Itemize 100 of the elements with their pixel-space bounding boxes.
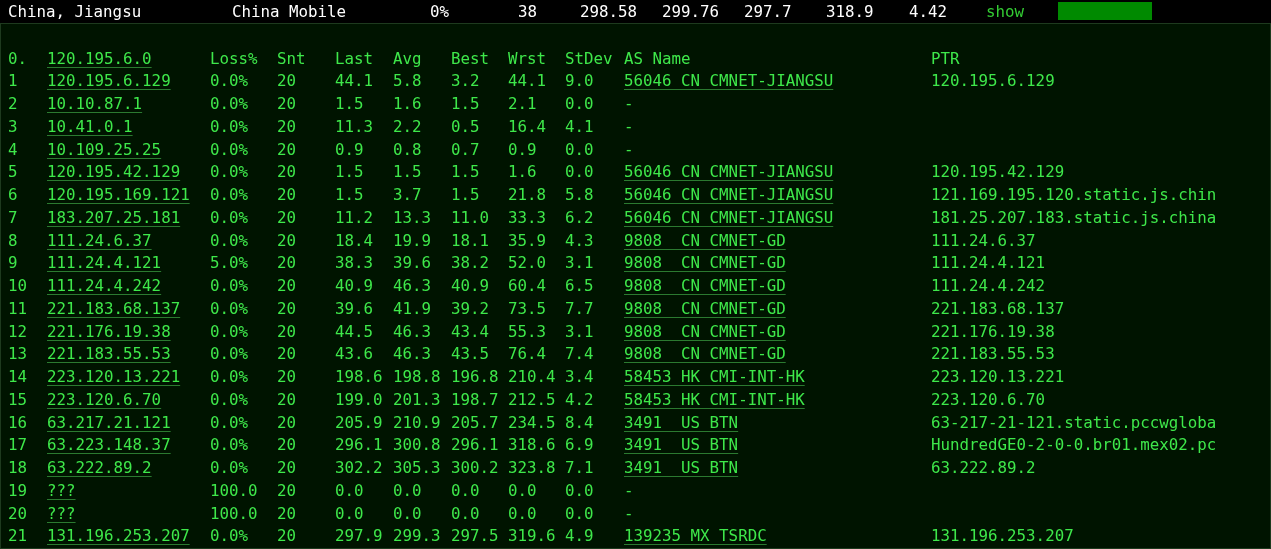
table-cell: 297.9 — [335, 525, 383, 548]
table-cell-text: 0.0% — [210, 206, 249, 229]
summary-value: 297.7 — [744, 1, 792, 21]
as-link[interactable]: 9808 CN CMNET-GD — [624, 275, 786, 298]
table-cell-text: 1.5 — [335, 184, 364, 206]
host-link[interactable]: ??? — [47, 479, 76, 503]
table-cell-text: 205.7 — [451, 411, 499, 434]
ptr-name: 223.120.13.221 — [931, 366, 1065, 388]
table-cell: 1.5 — [335, 161, 364, 184]
table-cell-text: 18.1 — [451, 229, 490, 252]
hop-number: 7 — [8, 206, 18, 229]
as-link[interactable]: 9808 CN CMNET-GD — [624, 297, 786, 321]
table-cell: 0.0% — [210, 161, 249, 184]
table-cell-text: 13.3 — [393, 206, 432, 229]
table-cell: 296.1 — [451, 434, 499, 457]
table-cell: 318.6 — [508, 434, 556, 457]
table-cell-text: 7.7 — [565, 297, 594, 320]
table-cell-text: 8.4 — [565, 411, 594, 434]
as-link[interactable]: 9808 CN CMNET-GD — [624, 320, 786, 344]
table-cell: 5.0% — [210, 252, 249, 275]
table-cell-text: 0.0 — [335, 479, 364, 502]
column-header: Wrst — [508, 47, 547, 70]
hop-number: 19 — [8, 479, 28, 502]
table-cell-text: 21.8 — [508, 184, 547, 206]
as-link[interactable]: 58453 HK CMI-INT-HK — [624, 388, 805, 412]
table-cell-text: 19.9 — [393, 229, 432, 252]
table-cell: 39.6 — [393, 252, 432, 275]
host-link[interactable]: 63.222.89.2 — [47, 457, 152, 480]
table-cell: 300.8 — [393, 434, 441, 457]
host-link[interactable]: 63.223.148.37 — [47, 434, 171, 457]
host-link[interactable]: 111.24.4.121 — [47, 252, 162, 275]
table-cell-text: 0.0 — [508, 502, 537, 525]
as-link[interactable]: 56046 CN CMNET-JIANGSU — [624, 184, 834, 207]
host-link[interactable]: 221.183.55.53 — [47, 343, 171, 366]
host-link[interactable]: 111.24.4.242 — [47, 275, 162, 298]
table-cell-text: 323.8 — [508, 457, 556, 479]
host-link[interactable]: 63.217.21.121 — [47, 411, 171, 435]
table-cell-text: 0.0 — [565, 93, 594, 115]
ptr-name: HundredGE0-2-0-0.br01.mex02.pc — [931, 434, 1217, 457]
as-link[interactable]: 58453 HK CMI-INT-HK — [624, 366, 805, 389]
table-cell-text: 0.0 — [508, 479, 537, 502]
table-cell-text: 2.2 — [393, 115, 422, 138]
table-cell-text: 0.0 — [451, 502, 480, 525]
table-cell-text: 20 — [277, 138, 297, 161]
table-cell-text: 33.3 — [508, 206, 547, 229]
table-cell-text: 35.9 — [508, 229, 547, 252]
table-cell-text: 0.0 — [565, 502, 594, 525]
hop-number: 5 — [8, 161, 18, 184]
host-link[interactable]: 10.41.0.1 — [47, 115, 133, 139]
as-link[interactable]: 9808 CN CMNET-GD — [624, 343, 786, 366]
table-cell: 0.0% — [210, 525, 249, 548]
as-name: - — [624, 93, 634, 115]
table-cell-text: 100.0 — [210, 479, 258, 502]
host-link[interactable]: 183.207.25.181 — [47, 206, 181, 230]
as-link[interactable]: 9808 CN CMNET-GD — [624, 229, 786, 253]
host-link[interactable]: 221.183.68.137 — [47, 297, 181, 321]
table-cell: 43.6 — [335, 343, 374, 366]
table-cell-text: 60.4 — [508, 275, 547, 297]
host-link[interactable]: 120.195.169.121 — [47, 184, 190, 207]
as-link[interactable]: 3491 US BTN — [624, 434, 739, 457]
table-cell-text: 0.0% — [210, 275, 249, 297]
table-cell-text: 20 — [277, 479, 297, 502]
as-name: - — [624, 479, 634, 502]
table-cell-text: 100.0 — [210, 502, 258, 525]
table-cell-text: 0.0% — [210, 320, 249, 343]
as-link[interactable]: 3491 US BTN — [624, 411, 739, 435]
host-link[interactable]: 223.120.6.70 — [47, 388, 162, 412]
table-cell-text: 3.1 — [565, 320, 594, 343]
as-link[interactable]: 56046 CN CMNET-JIANGSU — [624, 206, 834, 230]
table-cell-text: 6.2 — [565, 206, 594, 229]
as-link[interactable]: 9808 CN CMNET-GD — [624, 252, 786, 275]
show-link[interactable]: show — [986, 1, 1025, 21]
hop-number: 4 — [8, 138, 18, 161]
summary-value: China Mobile — [232, 1, 347, 21]
host-link[interactable]: 120.195.6.129 — [47, 70, 171, 93]
as-link[interactable]: 56046 CN CMNET-JIANGSU — [624, 70, 834, 93]
ptr-name: 111.24.4.242 — [931, 275, 1046, 297]
host-link[interactable]: ??? — [47, 502, 76, 526]
host-link[interactable]: 221.176.19.38 — [47, 320, 171, 344]
as-link[interactable]: 56046 CN CMNET-JIANGSU — [624, 161, 834, 184]
hop-number: 12 — [8, 320, 28, 343]
table-cell: 52.0 — [508, 252, 547, 275]
host-link[interactable]: 10.10.87.1 — [47, 93, 143, 116]
as-link[interactable]: 139235 MX TSRDC — [624, 525, 767, 548]
table-cell-text: 0.0% — [210, 388, 249, 411]
as-link[interactable]: 3491 US BTN — [624, 457, 739, 480]
host-link[interactable]: 131.196.253.207 — [47, 525, 190, 548]
table-cell: 297.5 — [451, 525, 499, 548]
summary-value: 299.76 — [662, 1, 720, 21]
host-link[interactable]: 10.109.25.25 — [47, 138, 162, 162]
host-link[interactable]: 120.195.6.0 — [47, 47, 152, 71]
table-cell-text: 20 — [277, 275, 297, 297]
table-cell-text: 46.3 — [393, 275, 432, 297]
table-cell: 9.0 — [565, 70, 594, 93]
hop-number: 15 — [8, 388, 28, 411]
host-link[interactable]: 223.120.13.221 — [47, 366, 181, 389]
host-link[interactable]: 111.24.6.37 — [47, 229, 152, 253]
host-link[interactable]: 120.195.42.129 — [47, 161, 181, 184]
summary-value: 298.58 — [580, 1, 638, 21]
table-cell-text: 0.0% — [210, 297, 249, 320]
